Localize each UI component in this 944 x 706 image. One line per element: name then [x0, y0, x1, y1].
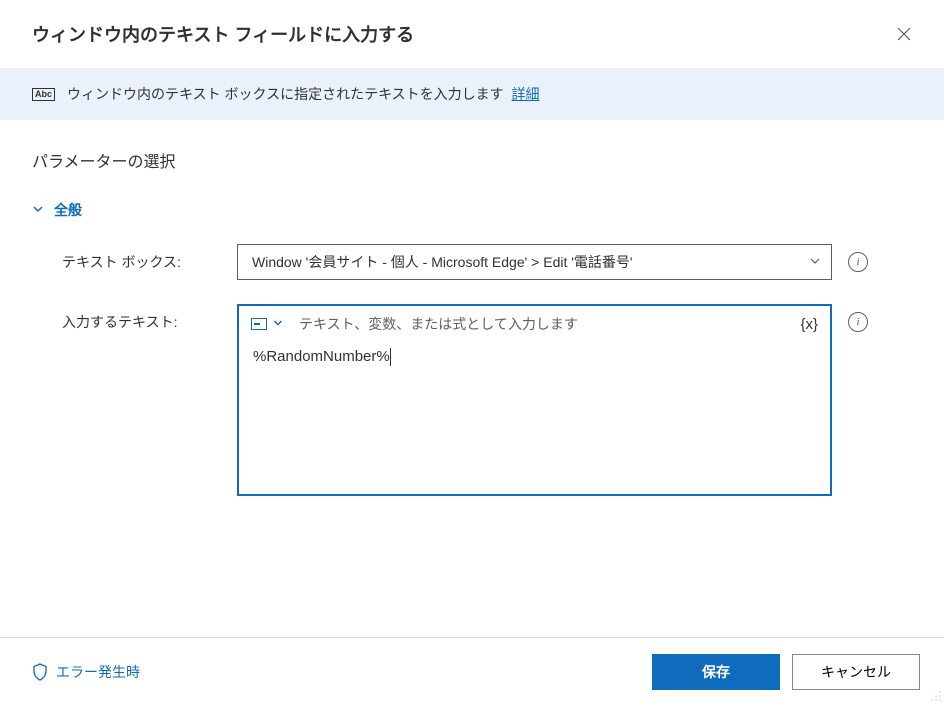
- general-section-toggle[interactable]: 全般: [32, 200, 912, 220]
- resize-grip[interactable]: [928, 690, 942, 704]
- inputtext-editor[interactable]: テキスト、変数、または式として入力します {x} %RandomNumber%: [237, 304, 832, 496]
- textbox-dropdown[interactable]: Window '会員サイト - 個人 - Microsoft Edge' > E…: [237, 244, 832, 280]
- textbox-param-row: テキスト ボックス: Window '会員サイト - 個人 - Microsof…: [32, 244, 912, 280]
- chevron-down-icon: [809, 255, 821, 270]
- info-banner: Abc ウィンドウ内のテキスト ボックスに指定されたテキストを入力します 詳細: [0, 68, 944, 120]
- cancel-button[interactable]: キャンセル: [792, 654, 920, 690]
- text-mode-icon: [251, 318, 267, 330]
- content-area: パラメーターの選択 全般 テキスト ボックス: Window '会員サイト - …: [0, 120, 944, 496]
- editor-placeholder: テキスト、変数、または式として入力します: [299, 314, 578, 334]
- textbox-value: Window '会員サイト - 個人 - Microsoft Edge' > E…: [252, 252, 633, 272]
- general-section-label: 全般: [54, 200, 82, 220]
- textbox-label: テキスト ボックス:: [62, 244, 237, 272]
- banner-text: ウィンドウ内のテキスト ボックスに指定されたテキストを入力します 詳細: [67, 84, 540, 104]
- inputtext-label: 入力するテキスト:: [62, 304, 237, 332]
- inputtext-info-icon[interactable]: i: [848, 312, 868, 332]
- inputtext-param-row: 入力するテキスト: テキスト、変数、または式として入力します {x}: [32, 304, 912, 496]
- dialog-header: ウィンドウ内のテキスト フィールドに入力する: [0, 0, 944, 68]
- close-icon: [897, 27, 911, 41]
- text-mode-toggle[interactable]: [251, 318, 283, 331]
- save-button[interactable]: 保存: [652, 654, 780, 690]
- text-cursor: [390, 348, 391, 366]
- editor-toolbar: テキスト、変数、または式として入力します {x}: [239, 306, 830, 342]
- section-title: パラメーターの選択: [32, 148, 912, 172]
- textbox-info-icon[interactable]: i: [848, 252, 868, 272]
- dialog-footer: エラー発生時 保存 キャンセル: [0, 637, 944, 706]
- on-error-link[interactable]: エラー発生時: [32, 662, 140, 682]
- dialog-title: ウィンドウ内のテキスト フィールドに入力する: [32, 21, 414, 47]
- editor-content[interactable]: %RandomNumber%: [239, 342, 830, 372]
- abc-icon: Abc: [32, 88, 55, 101]
- shield-icon: [32, 663, 48, 681]
- close-button[interactable]: [888, 18, 920, 50]
- chevron-down-icon: [273, 318, 283, 331]
- chevron-down-icon: [32, 203, 44, 218]
- insert-variable-button[interactable]: {x}: [800, 316, 818, 333]
- details-link[interactable]: 詳細: [512, 86, 540, 102]
